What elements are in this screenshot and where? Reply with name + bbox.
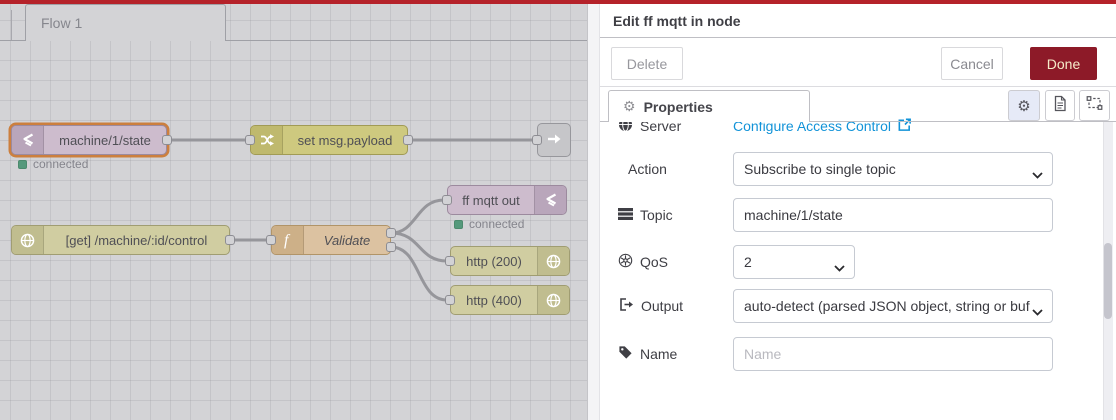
panel-title: Edit ff mqtt in node — [613, 12, 741, 29]
input-port[interactable] — [532, 135, 542, 145]
node-http-response-400[interactable]: http (400) — [450, 285, 570, 315]
sign-out-icon — [618, 297, 634, 315]
toolbar-separator — [600, 86, 1116, 87]
output-port-1[interactable] — [386, 228, 396, 238]
globe-icon — [537, 247, 569, 275]
node-status: connected — [18, 157, 88, 171]
tab-properties-label: Properties — [643, 98, 713, 115]
topic-input[interactable] — [733, 198, 1053, 232]
object-group-icon — [1086, 95, 1103, 116]
node-label: machine/1/state — [59, 132, 151, 148]
action-select[interactable]: Subscribe to single topic — [733, 152, 1053, 186]
node-label: http (400) — [466, 292, 522, 308]
qos-icon — [618, 253, 633, 271]
edit-node-panel: Edit ff mqtt in node Delete Cancel Done … — [600, 4, 1116, 420]
mqtt-icon — [12, 126, 44, 154]
tag-icon — [618, 345, 633, 363]
appearance-view-button[interactable] — [1079, 90, 1110, 121]
function-icon: f — [272, 226, 304, 254]
header-bottom-bar — [0, 0, 1116, 4]
properties-view-button[interactable]: ⚙ — [1008, 90, 1040, 121]
name-input[interactable] — [733, 337, 1053, 371]
node-http-in[interactable]: [get] /machine/:id/control — [11, 225, 230, 255]
input-port[interactable] — [442, 195, 452, 205]
chevron-down-icon — [1032, 303, 1043, 319]
input-port[interactable] — [245, 135, 255, 145]
name-field-label: Name — [618, 345, 733, 363]
globe-icon — [12, 226, 44, 254]
node-label: [get] /machine/:id/control — [65, 232, 208, 248]
mqtt-icon — [534, 186, 566, 214]
status-dot-icon — [454, 219, 463, 229]
node-status: connected — [454, 217, 524, 231]
gear-icon: ⚙ — [623, 98, 636, 114]
chevron-down-icon — [1032, 166, 1043, 182]
panel-header: Edit ff mqtt in node — [600, 4, 1116, 38]
document-icon — [1052, 95, 1068, 117]
qos-field-label: QoS — [618, 253, 733, 271]
node-label: http (200) — [466, 253, 522, 269]
gear-icon: ⚙ — [1017, 97, 1031, 115]
node-http-response-200[interactable]: http (200) — [450, 246, 570, 276]
status-dot-icon — [18, 159, 27, 169]
cancel-button[interactable]: Cancel — [941, 47, 1003, 80]
panel-scrollbar-thumb[interactable] — [1104, 243, 1112, 319]
tasks-icon — [618, 207, 633, 224]
chevron-down-icon — [834, 259, 845, 275]
done-button[interactable]: Done — [1030, 47, 1097, 80]
output-port[interactable] — [403, 135, 413, 145]
node-change[interactable]: set msg.payload — [250, 125, 408, 155]
node-mqtt-in[interactable]: machine/1/state — [11, 125, 167, 155]
node-mqtt-out[interactable]: ff mqtt out — [447, 185, 567, 215]
shuffle-icon — [251, 126, 283, 154]
status-text: connected — [469, 217, 525, 231]
output-port-2[interactable] — [386, 242, 396, 252]
status-text: connected — [33, 157, 89, 171]
topic-field-label: Topic — [618, 207, 733, 224]
output-select[interactable]: auto-detect (parsed JSON object, string … — [733, 289, 1053, 323]
node-label: ff mqtt out — [462, 192, 520, 208]
description-view-button[interactable] — [1045, 90, 1075, 121]
input-port[interactable] — [445, 295, 455, 305]
flow-canvas[interactable]: Flow 1 machine/1/state connected set msg… — [0, 0, 587, 420]
node-red-editor: Flow 1 machine/1/state connected set msg… — [0, 0, 1116, 420]
action-field-label: Action — [628, 161, 667, 177]
node-function[interactable]: f Validate — [271, 225, 391, 255]
input-port[interactable] — [266, 235, 276, 245]
qos-select[interactable]: 2 — [733, 245, 855, 279]
wire[interactable] — [389, 245, 449, 302]
svg-text:f: f — [284, 232, 291, 249]
node-link-out[interactable] — [537, 123, 571, 157]
node-label: set msg.payload — [297, 132, 393, 148]
output-field-label: Output — [618, 297, 733, 315]
globe-icon — [537, 286, 569, 314]
wire[interactable] — [389, 198, 446, 235]
delete-button[interactable]: Delete — [611, 47, 683, 80]
input-port[interactable] — [445, 256, 455, 266]
tray-resize-handle[interactable] — [587, 4, 600, 420]
link-out-icon — [545, 130, 563, 151]
external-link-icon — [897, 117, 912, 135]
node-label: Validate — [323, 232, 371, 248]
wire[interactable] — [389, 231, 449, 263]
tab-properties[interactable]: ⚙ Properties — [608, 90, 810, 122]
output-port[interactable] — [225, 235, 235, 245]
output-port[interactable] — [162, 135, 172, 145]
